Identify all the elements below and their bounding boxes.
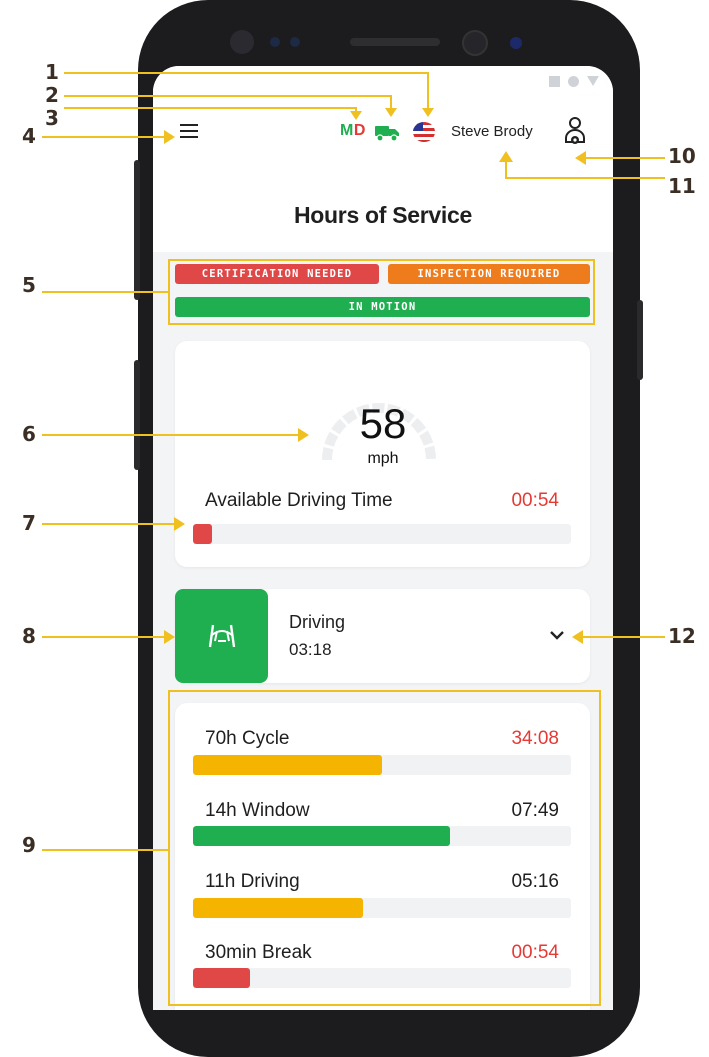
callout-arrow — [499, 151, 513, 162]
earpiece — [350, 38, 440, 46]
callout-number: 6 — [22, 422, 36, 446]
us-flag-icon[interactable] — [413, 122, 435, 142]
driver-name[interactable]: Steve Brody — [451, 123, 533, 140]
callout-line — [64, 107, 356, 109]
status-bar-icons — [549, 76, 599, 87]
callout-line — [64, 95, 391, 97]
callout-line — [42, 636, 166, 638]
callout-line — [505, 160, 507, 178]
callout-line — [42, 523, 176, 525]
circle-status-icon — [568, 76, 579, 87]
callout-line — [427, 72, 429, 110]
available-driving-bar — [193, 524, 571, 544]
callout-frame — [168, 259, 595, 325]
phone-bottom-bezel — [153, 1010, 613, 1022]
callout-number: 4 — [22, 124, 36, 148]
front-camera — [230, 30, 254, 54]
callout-line — [42, 136, 166, 138]
callout-number: 10 — [668, 144, 696, 168]
available-driving-fill — [193, 524, 212, 544]
duty-status-tile[interactable] — [175, 589, 268, 683]
driver-profile-icon[interactable] — [563, 116, 587, 148]
steering-road-icon — [208, 624, 236, 648]
callout-line — [42, 434, 300, 436]
callout-frame — [168, 690, 601, 1006]
available-driving-label: Available Driving Time — [205, 490, 393, 511]
callout-line — [505, 177, 665, 179]
header-bar: MD Steve Brody Hours of Service — [153, 66, 613, 252]
callout-arrow — [385, 108, 397, 117]
callout-arrow — [350, 111, 362, 120]
callout-number: 1 — [45, 60, 59, 84]
battery-triangle-icon — [587, 76, 599, 86]
callout-number: 12 — [668, 624, 696, 648]
phone-power-button — [637, 300, 643, 380]
callout-arrow — [575, 151, 586, 165]
speed-unit: mph — [367, 450, 399, 467]
sensor-dot — [290, 37, 300, 47]
jurisdiction-second-letter: D — [353, 122, 366, 139]
jurisdiction-badge[interactable]: MD — [340, 122, 366, 140]
page-title: Hours of Service — [294, 202, 472, 228]
jurisdiction-first-letter: M — [340, 122, 354, 139]
hamburger-icon[interactable] — [180, 124, 198, 138]
phone-side-button — [134, 160, 140, 300]
signal-icon — [549, 76, 560, 87]
callout-line — [585, 157, 665, 159]
camera-lens — [462, 30, 488, 56]
callout-number: 8 — [22, 624, 36, 648]
callout-line — [42, 849, 168, 851]
sensor-dot — [510, 37, 522, 49]
callout-number: 3 — [45, 106, 59, 130]
callout-number: 9 — [22, 833, 36, 857]
duty-status-label: Driving — [289, 612, 346, 632]
callout-arrow — [164, 630, 175, 644]
callout-number: 7 — [22, 511, 36, 535]
callout-line — [582, 636, 665, 638]
callout-arrow — [572, 630, 583, 644]
callout-number: 2 — [45, 83, 59, 107]
speed-value: 58 — [359, 400, 407, 447]
chevron-down-icon[interactable] — [549, 630, 565, 640]
callout-number: 11 — [668, 174, 696, 198]
callout-arrow — [422, 108, 434, 117]
sensor-dot — [270, 37, 280, 47]
callout-line — [64, 72, 428, 74]
callout-number: 5 — [22, 273, 36, 297]
callout-arrow — [298, 428, 309, 442]
available-driving-value: 00:54 — [511, 490, 559, 511]
truck-icon[interactable] — [375, 122, 401, 142]
callout-line — [42, 291, 168, 293]
duty-status-time: 03:18 — [289, 640, 332, 659]
callout-arrow — [164, 130, 175, 144]
callout-arrow — [174, 517, 185, 531]
phone-side-button — [134, 360, 140, 470]
